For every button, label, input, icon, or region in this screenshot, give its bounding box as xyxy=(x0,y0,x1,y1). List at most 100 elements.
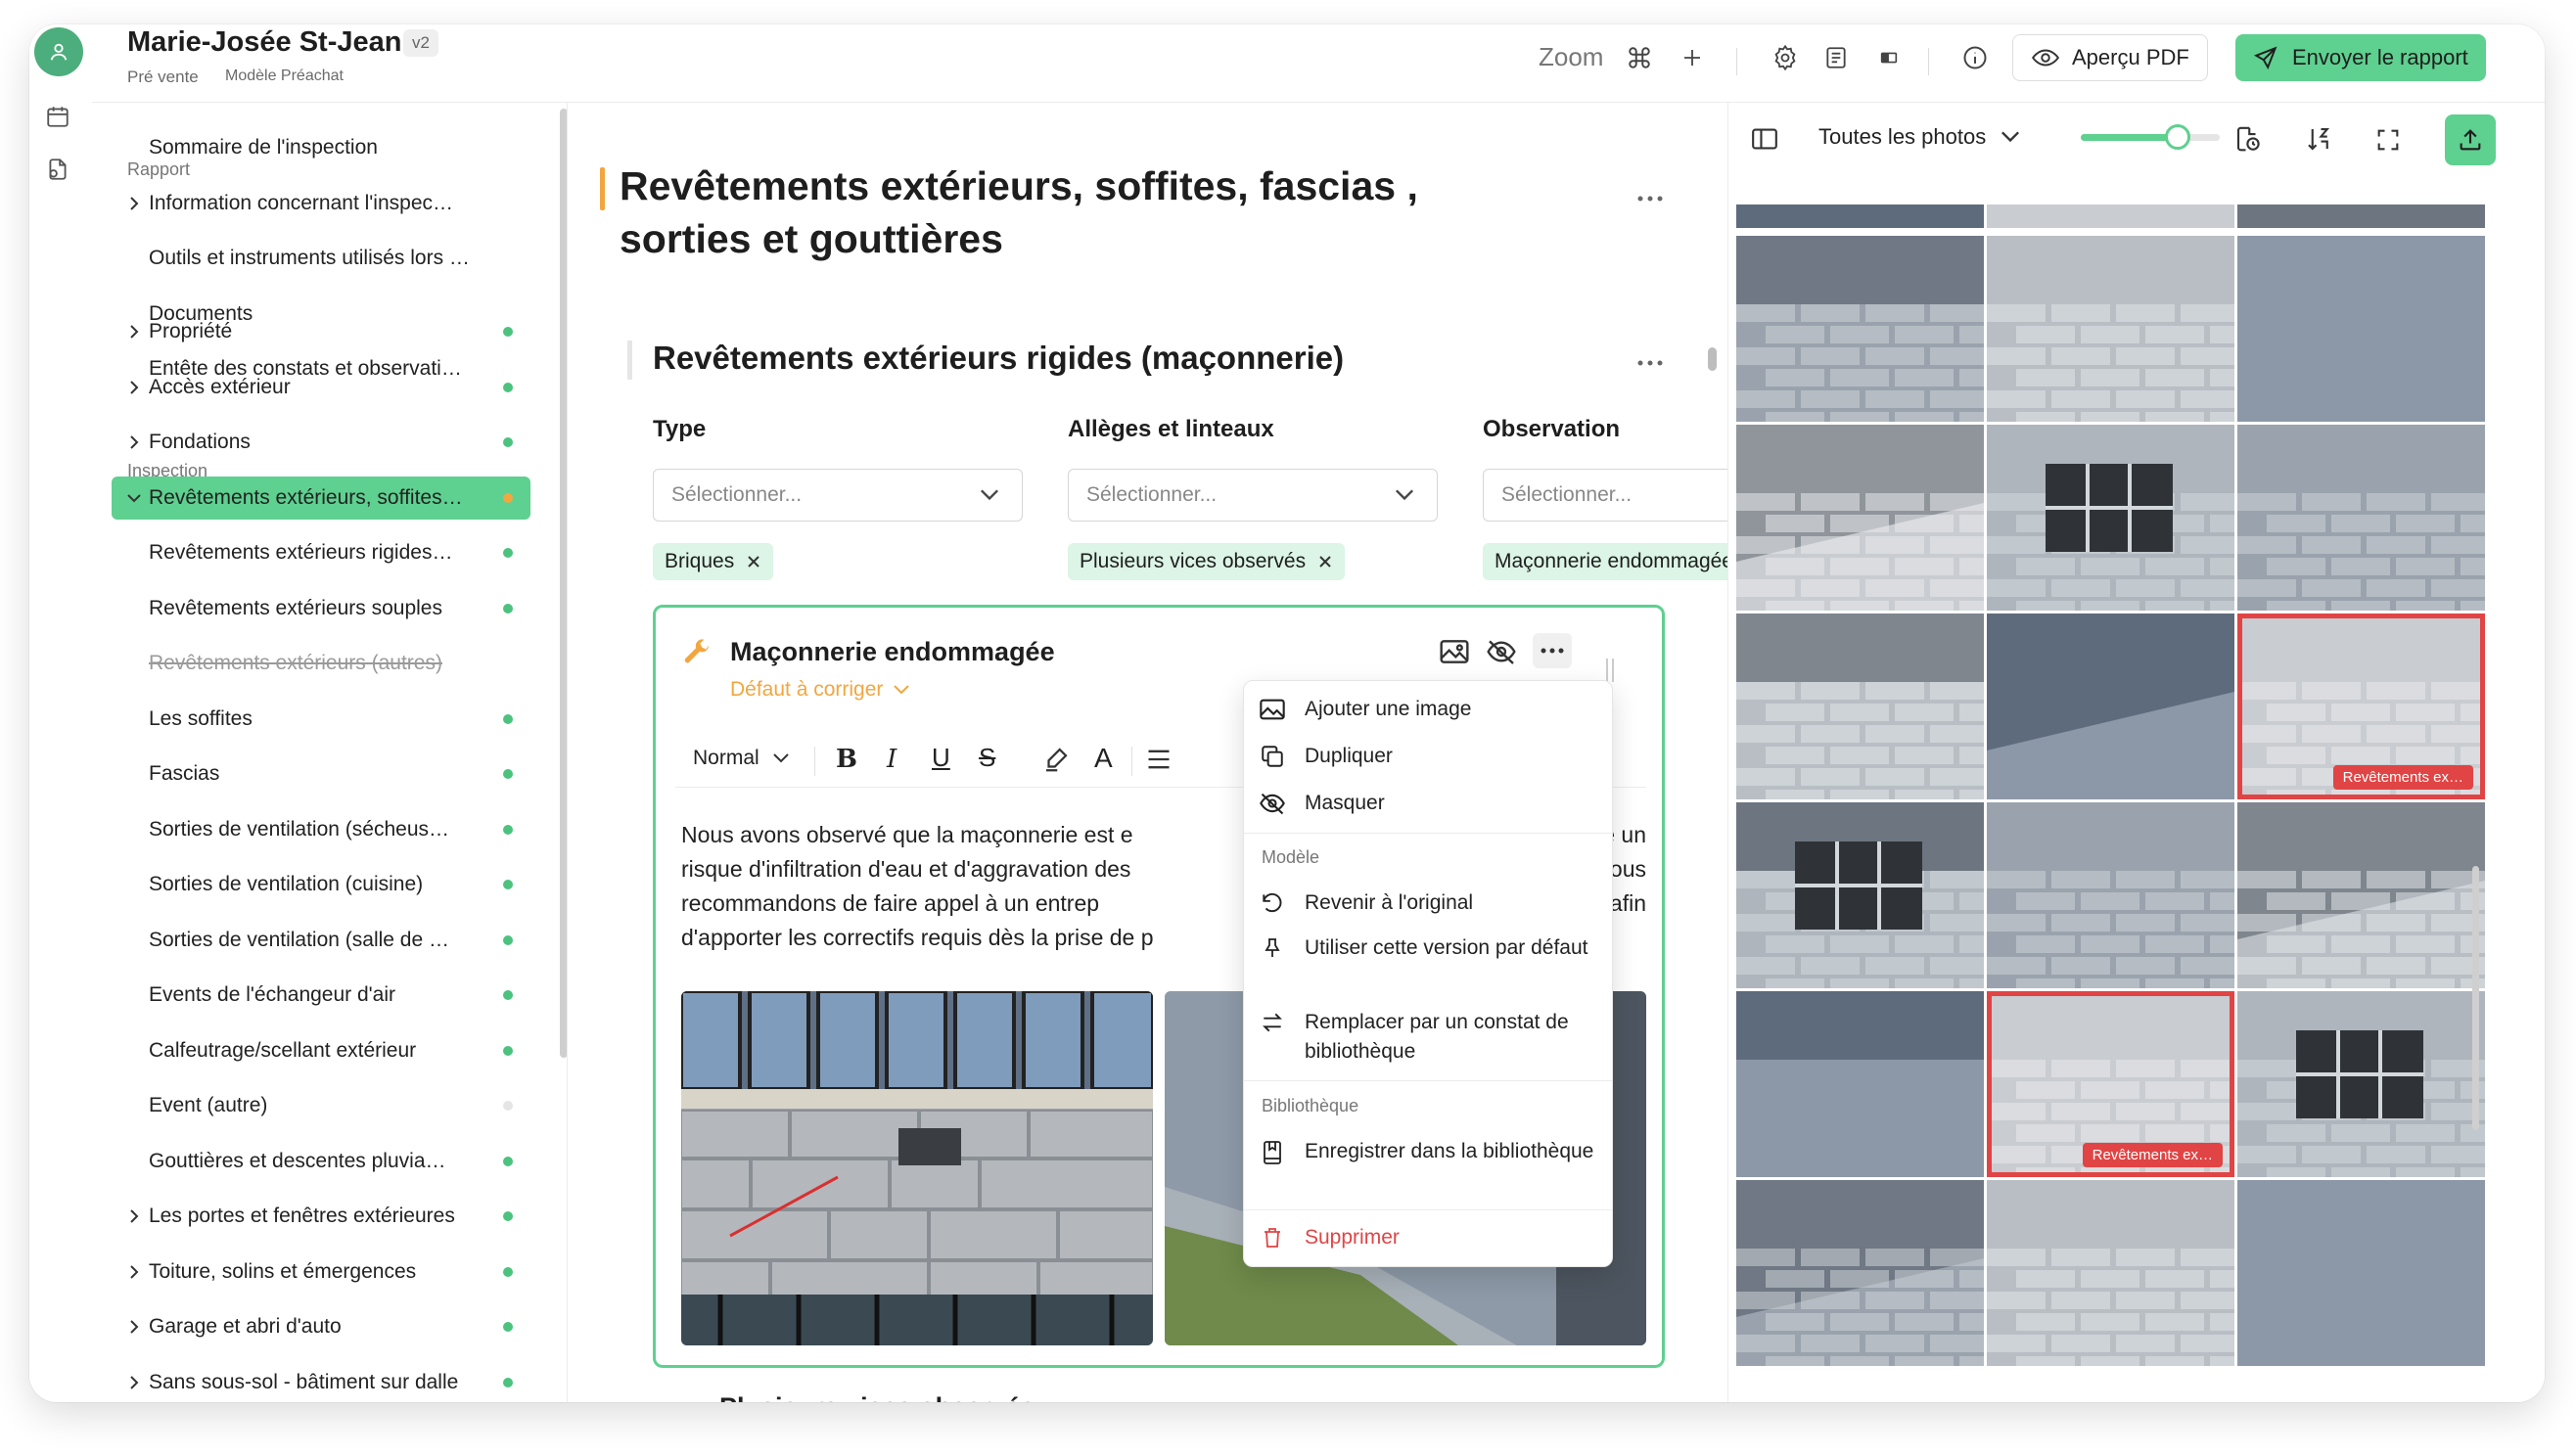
sidebar-item-inspection[interactable]: Les portes et fenêtres extérieures xyxy=(112,1195,530,1238)
photo-thumbnail[interactable] xyxy=(1736,205,1984,228)
sidebar-item-inspection[interactable]: Propriété xyxy=(112,310,530,353)
align-button[interactable] xyxy=(1145,747,1173,777)
sidebar-chevron[interactable] xyxy=(119,196,149,211)
info-button[interactable] xyxy=(1952,34,1999,81)
sidebar-chevron[interactable] xyxy=(119,324,149,340)
sidebar-subitem[interactable]: Revêtements extérieurs souples xyxy=(112,587,530,630)
sidebar-item-rapport[interactable]: Information concernant l'inspec… xyxy=(112,182,530,225)
sidebar-chevron[interactable] xyxy=(119,1319,149,1335)
photo-thumbnail[interactable] xyxy=(1736,802,1984,988)
photo-thumbnail[interactable] xyxy=(1736,991,1984,1177)
sidebar-subitem[interactable]: Revêtements extérieurs rigides… xyxy=(112,531,530,574)
sidebar-subitem[interactable]: Sorties de ventilation (cuisine) xyxy=(112,863,530,906)
sidebar-subitem[interactable]: Event (autre) xyxy=(112,1084,530,1127)
photo-thumbnail[interactable] xyxy=(1736,614,1984,799)
field-select[interactable]: Sélectionner... xyxy=(653,469,1023,522)
settings-button[interactable] xyxy=(1762,34,1809,81)
photo-filter-select[interactable]: Toutes les photos xyxy=(1818,124,2021,150)
text-color-button[interactable]: A xyxy=(1094,743,1113,774)
underline-button[interactable]: U xyxy=(932,743,950,773)
close-icon[interactable] xyxy=(746,554,761,569)
sidebar-scrollbar[interactable] xyxy=(560,109,567,1058)
fullscreen-button[interactable] xyxy=(2374,126,2402,159)
photo-scrollbar[interactable] xyxy=(2472,866,2479,1130)
photo-thumbnail[interactable] xyxy=(2237,1180,2485,1366)
sidebar-subitem[interactable]: Calfeutrage/scellant extérieur xyxy=(112,1029,530,1072)
image-toggle-button[interactable] xyxy=(1439,637,1470,671)
photo-thumbnail[interactable] xyxy=(1987,614,2234,799)
photo-thumbnail[interactable] xyxy=(1987,802,2234,988)
sidebar-item-inspection[interactable]: Fondations xyxy=(112,421,530,464)
sidebar-chevron[interactable] xyxy=(119,434,149,450)
sidebar-chevron[interactable] xyxy=(119,1375,149,1390)
photo-thumbnail[interactable] xyxy=(1736,1180,1984,1366)
sort-button[interactable] xyxy=(2304,124,2333,159)
menu-set-default[interactable]: Utiliser cette version par défaut xyxy=(1258,933,1598,963)
filter-time-button[interactable] xyxy=(2233,124,2263,159)
field-select[interactable]: Sélectionner... xyxy=(1068,469,1438,522)
menu-delete[interactable]: Supprimer xyxy=(1258,1223,1598,1252)
photo-thumbnail[interactable] xyxy=(2237,802,2485,988)
attached-photo[interactable] xyxy=(681,991,1153,1345)
sidebar-subitem[interactable]: Les soffites xyxy=(112,698,530,741)
zoom-in-button[interactable] xyxy=(1669,34,1716,81)
sidebar-subitem[interactable]: Revêtements extérieurs (autres) xyxy=(112,642,530,685)
photo-thumbnail[interactable] xyxy=(2237,205,2485,228)
paragraph-style-select[interactable]: Normal xyxy=(693,747,791,770)
pdf-preview-button[interactable]: Aperçu PDF xyxy=(2012,34,2208,81)
upload-button[interactable] xyxy=(2445,114,2496,165)
hide-button[interactable] xyxy=(1486,637,1517,671)
close-icon[interactable] xyxy=(1317,554,1333,569)
sidebar-item-inspection[interactable]: Revêtements extérieurs, soffites… xyxy=(112,476,530,520)
bold-button[interactable]: B xyxy=(836,745,857,774)
sidebar-item-inspection[interactable]: Sans sous-sol - bâtiment sur dalle xyxy=(112,1361,530,1403)
photo-thumbnail[interactable] xyxy=(2237,236,2485,422)
photo-thumbnail[interactable]: Revêtements ex… xyxy=(1987,991,2234,1177)
notes-button[interactable] xyxy=(1813,34,1860,81)
sidebar-item-inspection[interactable]: Toiture, solins et émergences xyxy=(112,1250,530,1294)
menu-duplicate[interactable]: Dupliquer xyxy=(1258,742,1598,771)
sidebar-subitem[interactable]: Fascias xyxy=(112,752,530,796)
photo-thumbnail[interactable] xyxy=(2237,991,2485,1177)
menu-replace-library[interactable]: Remplacer par un constat de bibliothèque xyxy=(1258,1008,1598,1067)
calendar-icon[interactable] xyxy=(41,100,74,133)
slider-handle[interactable] xyxy=(2165,124,2191,150)
menu-add-image[interactable]: Ajouter une image xyxy=(1258,695,1598,724)
command-key-button[interactable] xyxy=(1616,34,1663,81)
highlight-button[interactable] xyxy=(1041,745,1071,779)
italic-button[interactable]: I xyxy=(887,745,897,774)
photo-thumbnail[interactable] xyxy=(1987,205,2234,228)
sidebar-item-rapport[interactable]: Sommaire de l'inspection xyxy=(112,126,530,169)
sidebar-subitem[interactable]: Sorties de ventilation (salle de … xyxy=(112,919,530,962)
sidebar-item-inspection[interactable]: Accès extérieur xyxy=(112,366,530,409)
photo-thumbnail[interactable] xyxy=(1987,236,2234,422)
panel-toggle-button[interactable] xyxy=(1750,126,1779,157)
strikethrough-button[interactable]: S xyxy=(979,743,995,773)
sidebar-subitem[interactable]: Events de l'échangeur d'air xyxy=(112,974,530,1017)
sidebar-item-rapport[interactable]: Outils et instruments utilisés lors … xyxy=(112,237,530,280)
sidebar-subitem[interactable]: Sorties de ventilation (sécheus… xyxy=(112,808,530,851)
editor-scrollbar[interactable] xyxy=(1708,347,1717,371)
send-report-button[interactable]: Envoyer le rapport xyxy=(2235,34,2486,81)
photo-thumbnail[interactable] xyxy=(1987,1180,2234,1366)
sidebar-subitem[interactable]: Gouttières et descentes pluvia… xyxy=(112,1140,530,1183)
menu-save-library[interactable]: Enregistrer dans la bibliothèque xyxy=(1258,1137,1598,1166)
page-more-button[interactable] xyxy=(1635,191,1665,208)
card-more-button[interactable] xyxy=(1533,633,1572,668)
avatar[interactable] xyxy=(34,27,83,76)
photo-thumbnail[interactable] xyxy=(1987,425,2234,611)
menu-revert-original[interactable]: Revenir à l'original xyxy=(1258,888,1598,918)
sidebar-item-inspection[interactable]: Garage et abri d'auto xyxy=(112,1305,530,1348)
field-select[interactable]: Sélectionner... xyxy=(1483,469,1727,522)
photo-thumbnail[interactable] xyxy=(2237,425,2485,611)
menu-hide[interactable]: Masquer xyxy=(1258,789,1598,818)
sidebar-chevron[interactable] xyxy=(119,1264,149,1280)
photo-thumbnail[interactable] xyxy=(1736,236,1984,422)
photo-thumbnail[interactable] xyxy=(1736,425,1984,611)
thumbnail-size-slider[interactable] xyxy=(2081,124,2220,150)
document-settings-icon[interactable] xyxy=(41,153,74,186)
section-more-button[interactable] xyxy=(1635,355,1665,373)
photo-thumbnail[interactable]: Revêtements ex… xyxy=(2237,614,2485,799)
layout-toggle-button[interactable] xyxy=(1865,34,1912,81)
sidebar-chevron[interactable] xyxy=(119,492,149,504)
